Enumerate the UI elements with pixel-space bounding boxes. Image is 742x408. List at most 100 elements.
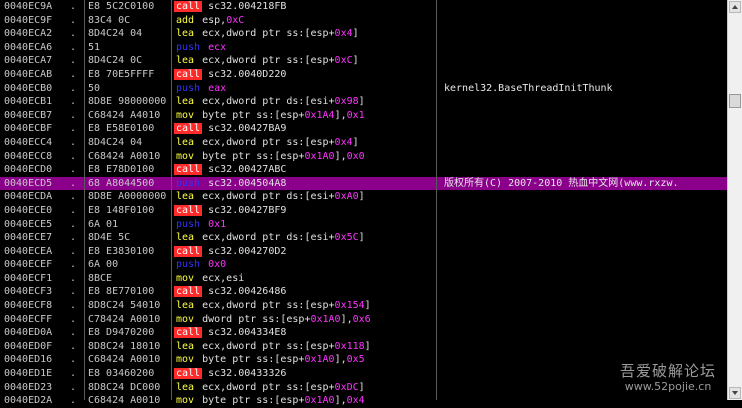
disassembly-pane[interactable]: 0040EC9A. E8 5C2C0100 call sc32.004218FB 00… — [0, 0, 728, 408]
marker-cell: . — [70, 28, 77, 40]
instruction-cell: call sc32.00433326 — [174, 367, 432, 381]
operand: ecx — [208, 41, 227, 53]
disasm-row[interactable]: 0040ECE7. 8D4E 5C lea ecx,dword ptr ds:[es… — [0, 231, 728, 245]
address-cell: 0040ECB0 — [4, 82, 53, 94]
operand: dword ptr ss:[esp+0x1A0],0x6 — [202, 313, 371, 325]
hex-cell: 8D8E A0000000 — [88, 191, 167, 203]
mnemonic: push — [176, 259, 201, 271]
disasm-row[interactable]: 0040ECE5. 6A 01 push 0x1 — [0, 218, 728, 232]
hex-cell: E8 E78D0100 — [88, 164, 155, 176]
mnemonic: call — [174, 327, 203, 339]
address-cell: 0040ECE5 — [4, 218, 53, 230]
disasm-row[interactable]: 0040ECA7. 8D4C24 0C lea ecx,dword ptr ss:[… — [0, 54, 728, 68]
marker-cell: . — [70, 96, 77, 108]
operand: sc32.00427BA9 — [208, 123, 287, 135]
operand: sc32.00427ABC — [208, 164, 287, 176]
instruction-cell: mov byte ptr ss:[esp+0x1A4],0x1 — [174, 109, 432, 123]
instruction-cell: mov byte ptr ss:[esp+0x1A0],0x0 — [174, 150, 432, 164]
hex-cell: E8 8E770100 — [88, 286, 155, 298]
mnemonic: push — [176, 41, 201, 53]
marker-cell: . — [70, 259, 77, 271]
hex-cell: E8 5C2C0100 — [88, 1, 155, 12]
mnemonic: call — [174, 1, 203, 12]
scrollbar-thumb[interactable] — [729, 94, 741, 108]
operand: byte ptr ss:[esp+0x1A0],0x4 — [202, 395, 365, 407]
instruction-cell: call sc32.004334E8 — [174, 326, 432, 340]
operand: ecx,dword ptr ss:[esp+0xC] — [202, 55, 359, 67]
disasm-row[interactable]: 0040ED2A. C68424 A0010 mov byte ptr ss:[es… — [0, 394, 728, 408]
marker-cell: . — [70, 150, 77, 162]
hex-cell: 8BCE — [88, 272, 113, 284]
operand: sc32.004334E8 — [208, 327, 287, 339]
mnemonic: mov — [176, 354, 195, 366]
hex-cell: 8D4C24 04 — [88, 136, 143, 148]
operand: sc32.004504A8 — [208, 177, 287, 189]
disasm-row[interactable]: 0040ECB1. 8D8E 98000000 lea ecx,dword ptr … — [0, 95, 728, 109]
disasm-row[interactable]: 0040ECA2. 8D4C24 04 lea ecx,dword ptr ss:[… — [0, 27, 728, 41]
address-cell: 0040ED16 — [4, 354, 53, 366]
marker-cell: . — [70, 245, 77, 257]
address-cell: 0040ECC4 — [4, 136, 53, 148]
address-cell: 0040ECA7 — [4, 55, 53, 67]
disasm-row[interactable]: 0040ECB7. C68424 A4010 mov byte ptr ss:[es… — [0, 109, 728, 123]
address-cell: 0040ECD0 — [4, 164, 53, 176]
mnemonic: call — [174, 164, 203, 176]
disasm-row[interactable]: 0040ECF1. 8BCE mov ecx,esi — [0, 272, 728, 286]
mnemonic: mov — [176, 313, 195, 325]
address-cell: 0040ECE7 — [4, 232, 53, 244]
operand: ecx,dword ptr ds:[esi+0xA0] — [202, 191, 365, 203]
disasm-row[interactable]: 0040ECBF. E8 E58E0100 call sc32.00427BA9 — [0, 122, 728, 136]
mnemonic: call — [174, 123, 203, 135]
mnemonic: push — [176, 218, 201, 230]
disasm-row[interactable]: 0040ECEA. E8 E3830100 call sc32.004270D2 — [0, 245, 728, 259]
disasm-row[interactable]: 0040ECF8. 8D8C24 54010 lea ecx,dword ptr s… — [0, 299, 728, 313]
address-cell: 0040ECFF — [4, 313, 53, 325]
disasm-row[interactable]: 0040ECD5. 68 A8044500 push sc32.004504A8 版权… — [0, 176, 728, 191]
disasm-row[interactable]: 0040ED0F. 8D8C24 18010 lea ecx,dword ptr s… — [0, 340, 728, 354]
mnemonic: add — [176, 14, 195, 26]
disasm-row[interactable]: 0040ED0A. E8 D9470200 call sc32.004334E8 — [0, 326, 728, 340]
scroll-up-arrow-icon[interactable] — [729, 1, 741, 13]
instruction-cell: lea ecx,dword ptr ss:[esp+0x4] — [174, 27, 432, 41]
disasm-row[interactable]: 0040ECC8. C68424 A0010 mov byte ptr ss:[es… — [0, 150, 728, 164]
marker-cell: . — [70, 340, 77, 352]
instruction-cell: push 0x0 — [174, 258, 432, 272]
instruction-cell: lea ecx,dword ptr ss:[esp+0x154] — [174, 299, 432, 313]
hex-cell: E8 70E5FFFF — [88, 68, 155, 80]
disasm-row[interactable]: 0040ECFF. C78424 A0010 mov dword ptr ss:[e… — [0, 313, 728, 327]
instruction-cell: lea ecx,dword ptr ss:[esp+0x4] — [174, 136, 432, 150]
disasm-row[interactable]: 0040ECB0. 50 push eax kernel32.BaseThreadIn… — [0, 82, 728, 96]
disasm-row[interactable]: 0040ECE0. E8 148F0100 call sc32.00427BF9 — [0, 204, 728, 218]
marker-cell: . — [70, 354, 77, 366]
instruction-cell: lea ecx,dword ptr ss:[esp+0xC] — [174, 54, 432, 68]
mnemonic: lea — [176, 300, 195, 312]
disasm-row[interactable]: 0040ECEF. 6A 00 push 0x0 — [0, 258, 728, 272]
disasm-row[interactable]: 0040ECD0. E8 E78D0100 call sc32.00427ABC — [0, 163, 728, 177]
disasm-row[interactable]: 0040ECAB. E8 70E5FFFF call sc32.0040D220 — [0, 68, 728, 82]
hex-cell: C68424 A4010 — [88, 109, 161, 121]
marker-cell: . — [70, 55, 77, 67]
disasm-row[interactable]: 0040EC9F. 83C4 0C add esp,0xC — [0, 14, 728, 28]
vertical-scrollbar[interactable] — [727, 0, 742, 400]
hex-cell: C68424 A0010 — [88, 354, 161, 366]
marker-cell: . — [70, 109, 77, 121]
hex-cell: 83C4 0C — [88, 14, 131, 26]
operand: sc32.0040D220 — [208, 68, 287, 80]
disasm-row[interactable]: 0040ECC4. 8D4C24 04 lea ecx,dword ptr ss:[… — [0, 136, 728, 150]
disasm-row[interactable]: 0040ECF3. E8 8E770100 call sc32.00426486 — [0, 285, 728, 299]
hex-cell: E8 148F0100 — [88, 204, 155, 216]
hex-cell: 8D4C24 0C — [88, 55, 143, 67]
disasm-row[interactable]: 0040ECDA. 8D8E A0000000 lea ecx,dword ptr … — [0, 190, 728, 204]
scroll-down-arrow-icon[interactable] — [729, 387, 741, 399]
operand: ecx,dword ptr ss:[esp+0x118] — [202, 340, 371, 352]
column-separator-hex — [171, 0, 172, 400]
operand: eax — [208, 82, 227, 94]
mnemonic: lea — [176, 191, 195, 203]
operand: sc32.00427BF9 — [208, 204, 287, 216]
hex-cell: 50 — [88, 82, 101, 94]
mnemonic: push — [176, 177, 201, 189]
operand: 0x1 — [208, 218, 227, 230]
disasm-row[interactable]: 0040EC9A. E8 5C2C0100 call sc32.004218FB — [0, 0, 728, 14]
hex-cell: C68424 A0010 — [88, 395, 161, 407]
disasm-row[interactable]: 0040ECA6. 51 push ecx — [0, 41, 728, 55]
